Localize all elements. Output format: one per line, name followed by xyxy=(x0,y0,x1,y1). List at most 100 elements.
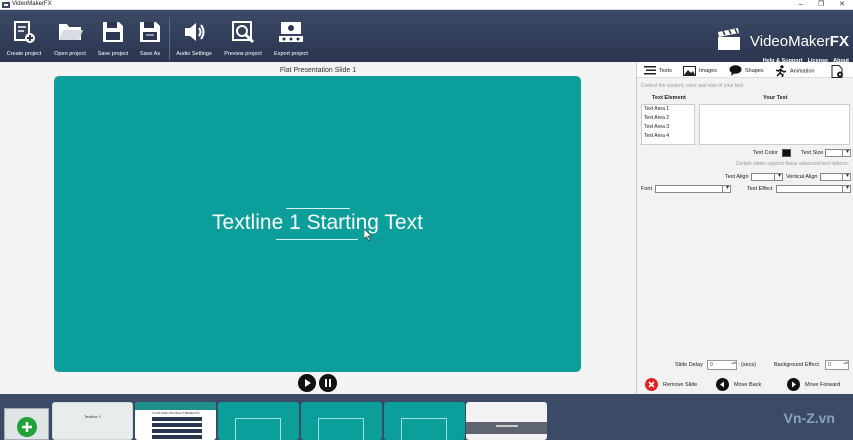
move-back-label: Move Back xyxy=(734,382,762,388)
tab-settings[interactable] xyxy=(831,65,847,78)
tab-images-label: Images xyxy=(699,68,718,74)
pause-icon xyxy=(325,379,331,387)
background-effect-input[interactable]: 0 xyxy=(825,360,849,370)
save-project-label: Save project xyxy=(97,51,129,57)
watermark: Vn-Z.vn xyxy=(783,410,835,426)
slide-canvas[interactable]: Textline 1 Starting Text xyxy=(54,76,581,372)
move-forward-button[interactable]: Move Forward xyxy=(787,377,840,393)
play-icon xyxy=(305,379,311,387)
text-size-select[interactable] xyxy=(825,148,851,157)
audio-settings-button[interactable]: Audio Settings xyxy=(174,14,214,60)
open-project-label: Open project xyxy=(54,51,86,57)
text-effect-label: Text Effect xyxy=(747,186,773,192)
export-project-label: Export project xyxy=(274,51,308,57)
slide-thumbnail[interactable] xyxy=(218,402,299,440)
export-project-button[interactable]: Export project xyxy=(271,14,311,60)
canvas-area: Flat Presentation Slide 1 Textline 1 Sta… xyxy=(0,62,636,394)
save-as-button[interactable]: Save As xyxy=(134,14,166,60)
slide-thumbnail[interactable]: YOUR MAIN PRODUCT BENEFITS xyxy=(135,402,216,440)
text-size-label: Text Size xyxy=(801,150,824,156)
running-man-icon xyxy=(775,65,787,78)
thumbnail-text: Textline 1 xyxy=(84,414,101,419)
list-item[interactable]: Text Area 4 xyxy=(642,132,694,141)
tab-shapes[interactable]: Shapes xyxy=(729,65,764,77)
pause-button[interactable] xyxy=(319,374,337,392)
thumbnail-text: YOUR MAIN PRODUCT BENEFITS xyxy=(151,411,200,415)
text-align-label: Text Align xyxy=(725,174,749,180)
slide-decoration-line xyxy=(276,239,358,240)
mouse-cursor-icon xyxy=(364,229,372,241)
your-text-header: Your Text xyxy=(763,95,788,101)
clapperboard-icon xyxy=(718,28,740,50)
toolbar-separator xyxy=(169,18,170,60)
text-lines-icon xyxy=(644,66,656,75)
open-project-button[interactable]: Open project xyxy=(50,14,90,60)
arrow-left-icon xyxy=(716,378,729,392)
tab-texts-label: Texts xyxy=(659,68,672,74)
slide-thumbnail[interactable] xyxy=(301,402,382,440)
list-item[interactable]: Text Area 1 xyxy=(642,105,694,114)
create-project-icon xyxy=(14,21,35,43)
text-align-select[interactable] xyxy=(751,172,783,181)
properties-panel: Texts Images Shapes Animation Control th… xyxy=(636,62,853,394)
slide-thumbnail[interactable] xyxy=(384,402,465,440)
text-effect-select[interactable] xyxy=(776,184,851,193)
your-text-input[interactable] xyxy=(699,104,850,145)
save-project-button[interactable]: Save project xyxy=(95,14,131,60)
slide-text[interactable]: Textline 1 Starting Text xyxy=(54,211,581,235)
slide-title: Flat Presentation Slide 1 xyxy=(279,67,357,74)
export-icon xyxy=(279,22,303,42)
tab-texts[interactable]: Texts xyxy=(644,65,672,77)
tab-animation[interactable]: Animation xyxy=(774,65,815,78)
minimize-button[interactable]: – xyxy=(793,0,809,10)
font-select[interactable] xyxy=(655,184,731,193)
brand-name: VideoMakerFX xyxy=(750,33,849,50)
add-slide-button[interactable] xyxy=(4,408,49,440)
folder-icon xyxy=(59,24,83,40)
slide-decoration-line xyxy=(286,208,350,209)
slide-thumbnail[interactable]: Textline 1 xyxy=(52,402,133,440)
slide-thumbnail[interactable] xyxy=(466,402,547,440)
slide-delay-label: Slide Delay xyxy=(675,362,703,368)
play-button[interactable] xyxy=(298,374,316,392)
move-back-button[interactable]: Move Back xyxy=(716,377,761,393)
preview-project-button[interactable]: Preview project xyxy=(222,14,264,60)
tab-images[interactable]: Images xyxy=(683,65,717,77)
preview-project-label: Preview project xyxy=(224,51,262,57)
maximize-button[interactable]: ❐ xyxy=(813,0,829,10)
save-icon xyxy=(103,22,123,42)
list-item[interactable]: Text Area 2 xyxy=(642,114,694,123)
background-effect-label: Background Effect xyxy=(774,362,819,368)
font-label: Font xyxy=(641,186,653,192)
arrow-right-icon xyxy=(787,378,800,392)
brand-logo: VideoMakerFX xyxy=(716,28,852,52)
save-as-label: Save As xyxy=(139,51,161,57)
magnifier-icon xyxy=(232,21,255,44)
texts-hint: Control the content, color and size of y… xyxy=(641,83,743,89)
text-color-swatch[interactable] xyxy=(782,149,791,157)
save-as-icon xyxy=(140,22,160,42)
plus-icon xyxy=(17,417,37,437)
vertical-align-label: Vertical Align xyxy=(786,174,818,180)
close-button[interactable]: ✕ xyxy=(834,0,850,10)
remove-icon xyxy=(645,378,658,392)
speech-bubble-icon xyxy=(729,65,742,77)
app-icon xyxy=(2,2,10,8)
slide-settings-icon xyxy=(831,65,843,78)
text-element-header: Text Element xyxy=(652,95,686,101)
speaker-icon xyxy=(185,23,205,41)
image-icon xyxy=(683,65,696,76)
remove-slide-button[interactable]: Remove Slide xyxy=(645,377,697,393)
remove-slide-label: Remove Slide xyxy=(663,382,698,388)
create-project-button[interactable]: Create project xyxy=(4,14,44,60)
window-title: VideoMakerFX xyxy=(12,1,52,7)
vertical-align-select[interactable] xyxy=(820,172,851,181)
secs-label: (secs) xyxy=(741,362,756,368)
advanced-text-hint: Certain slides support these advanced te… xyxy=(735,161,849,167)
tab-shapes-label: Shapes xyxy=(745,68,764,74)
list-item[interactable]: Text Area 3 xyxy=(642,123,694,132)
text-color-label: Text Color xyxy=(753,150,778,156)
tab-animation-label: Animation xyxy=(790,68,815,75)
slide-delay-input[interactable]: 0 xyxy=(707,360,737,370)
move-forward-label: Move Forward xyxy=(805,382,841,388)
